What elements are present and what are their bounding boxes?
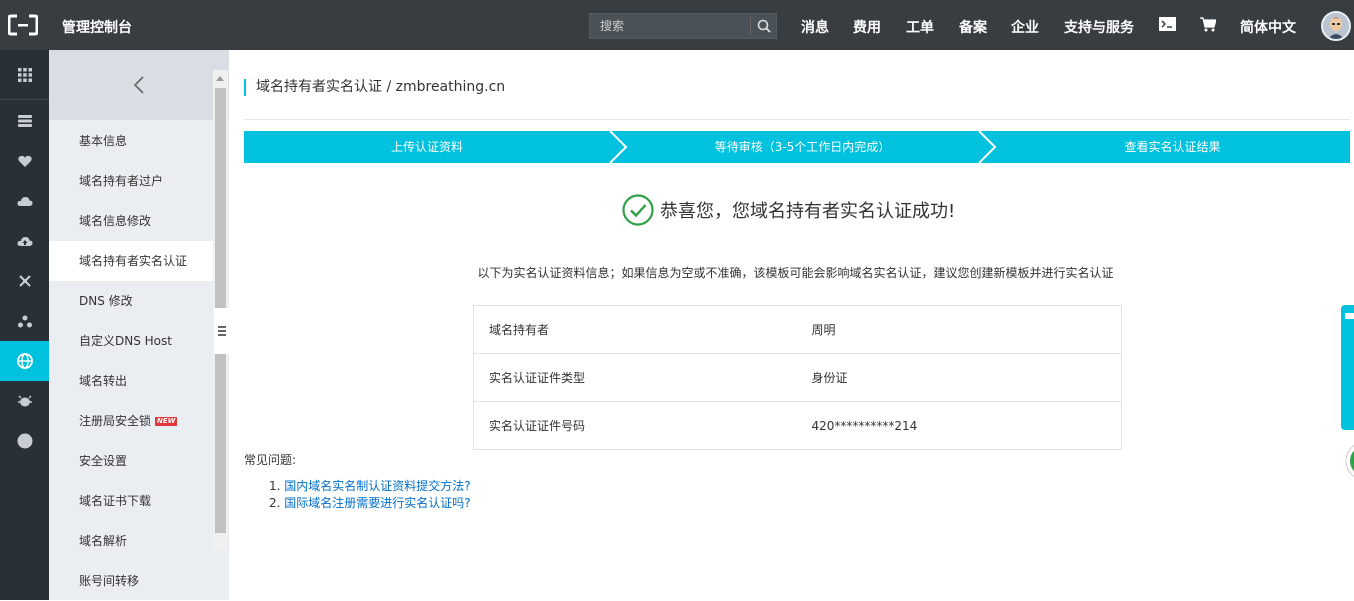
faq-list: 1. 国内域名实名制认证资料提交方法? 2. 国际域名注册需要进行实名认证吗? <box>269 478 471 512</box>
header-divider <box>244 119 1350 120</box>
cloud-icon[interactable] <box>0 181 49 221</box>
table-row: 实名认证证件号码 420**********214 <box>473 401 1122 450</box>
step-upload: 上传认证资料 <box>390 140 463 154</box>
search-divider <box>750 17 751 35</box>
step-review: 等待审核（3-5个工作日内完成） <box>714 140 891 154</box>
top-navbar: 管理控制台 消息 费用 工单 备案 企业 支持与服务 简体中文 <box>0 0 1354 50</box>
nav-enterprise[interactable]: 企业 <box>1011 17 1039 37</box>
user-face-icon <box>1323 13 1349 39</box>
scroll-up-arrow[interactable] <box>216 76 224 81</box>
terminal-icon[interactable] <box>1159 17 1176 31</box>
row-label: 实名认证证件号码 <box>473 401 797 450</box>
sidebar-item-account-transfer[interactable]: 账号间转移 <box>49 561 213 601</box>
search-input[interactable] <box>590 14 750 38</box>
row-value: 420**********214 <box>796 401 1122 450</box>
sidebar-item-security-settings[interactable]: 安全设置 <box>49 441 213 481</box>
sidebar-item-label: 注册局安全锁 <box>79 414 152 428</box>
nav-messages[interactable]: 消息 <box>801 17 829 37</box>
success-message: 恭喜您，您域名持有者实名认证成功! <box>660 201 956 222</box>
cart-icon[interactable] <box>1200 17 1216 32</box>
list-item: 2. 国际域名注册需要进行实名认证吗? <box>269 495 471 512</box>
menu-icon <box>217 326 226 336</box>
avatar[interactable] <box>1321 11 1351 41</box>
nav-billing[interactable]: 费用 <box>853 17 881 37</box>
feedback-float-button[interactable] <box>1341 305 1354 430</box>
sidebar-item-certificate[interactable]: 域名证书下载 <box>49 481 213 521</box>
sidebar-item-registry-lock[interactable]: 注册局安全锁 NEW <box>49 401 213 441</box>
row-label: 实名认证证件类型 <box>473 353 797 402</box>
domain-sidebar: 基本信息 域名持有者过户 域名信息修改 域名持有者实名认证 DNS 修改 自定义… <box>49 50 229 600</box>
check-circle-icon <box>622 194 654 226</box>
language-switch[interactable]: 简体中文 <box>1240 17 1296 37</box>
progress-steps: 上传认证资料 等待审核（3-5个工作日内完成） 查看实名认证结果 <box>244 131 1350 163</box>
chevron-left-icon <box>134 76 144 94</box>
success-banner: 恭喜您，您域名持有者实名认证成功! <box>622 194 955 226</box>
heart-icon[interactable] <box>0 141 49 181</box>
row-label: 域名持有者 <box>473 305 797 354</box>
faq-title: 常见问题: <box>244 453 297 467</box>
nav-icp[interactable]: 备案 <box>959 17 987 37</box>
settings-bug-icon[interactable] <box>0 381 49 421</box>
sidebar-item-basic-info[interactable]: 基本信息 <box>49 121 213 161</box>
cloud-upload-icon[interactable] <box>0 221 49 261</box>
sidebar-item-dns-resolution[interactable]: 域名解析 <box>49 521 213 561</box>
product-rail <box>0 50 49 600</box>
new-badge: NEW <box>155 417 178 426</box>
chat-icon <box>1345 444 1354 478</box>
sidebar-item-realname[interactable]: 域名持有者实名认证 <box>49 241 213 281</box>
row-value: 周明 <box>796 305 1122 354</box>
nav-support[interactable]: 支持与服务 <box>1064 17 1134 37</box>
table-row: 域名持有者 周明 <box>473 305 1122 354</box>
sidebar-item-custom-dns-host[interactable]: 自定义DNS Host <box>49 321 213 361</box>
sidebar-item-dns-modify[interactable]: DNS 修改 <box>49 281 213 321</box>
search-box[interactable] <box>589 13 777 39</box>
list-item: 1. 国内域名实名制认证资料提交方法? <box>269 478 471 495</box>
faq-link[interactable]: 国际域名注册需要进行实名认证吗? <box>284 496 470 510</box>
back-button[interactable] <box>49 50 229 120</box>
main-content: 域名持有者实名认证 / zmbreathing.cn 上传认证资料 等待审核（3… <box>229 50 1354 600</box>
row-value: 身份证 <box>796 353 1122 402</box>
network-icon[interactable] <box>0 261 49 301</box>
circle-icon[interactable] <box>0 421 49 461</box>
apps-grid-icon[interactable] <box>0 50 49 100</box>
step-result: 查看实名认证结果 <box>1124 140 1221 154</box>
chat-float-button[interactable] <box>1345 441 1354 481</box>
faq-number: 1. <box>269 479 281 493</box>
cluster-icon[interactable] <box>0 301 49 341</box>
database-icon[interactable] <box>0 101 49 141</box>
logo-icon[interactable] <box>8 14 38 36</box>
nav-tickets[interactable]: 工单 <box>906 17 934 37</box>
feedback-tab <box>1345 313 1354 319</box>
realname-info-table: 域名持有者 周明 实名认证证件类型 身份证 实名认证证件号码 420******… <box>473 305 1122 450</box>
info-hint: 以下为实名认证资料信息；如果信息为空或不准确，该模板可能会影响域名实名认证，建议… <box>477 266 1114 280</box>
sidebar-item-info-modify[interactable]: 域名信息修改 <box>49 201 213 241</box>
table-row: 实名认证证件类型 身份证 <box>473 353 1122 402</box>
breadcrumb: 域名持有者实名认证 / zmbreathing.cn <box>244 79 505 96</box>
faq-number: 2. <box>269 496 281 510</box>
globe-icon[interactable] <box>0 341 49 381</box>
sidebar-item-transfer-out[interactable]: 域名转出 <box>49 361 213 401</box>
faq-link[interactable]: 国内域名实名制认证资料提交方法? <box>284 479 470 493</box>
sidebar-item-holder-transfer[interactable]: 域名持有者过户 <box>49 161 213 201</box>
sidebar-collapse-toggle[interactable] <box>214 308 229 354</box>
search-icon[interactable] <box>757 19 771 33</box>
console-title[interactable]: 管理控制台 <box>62 17 132 37</box>
